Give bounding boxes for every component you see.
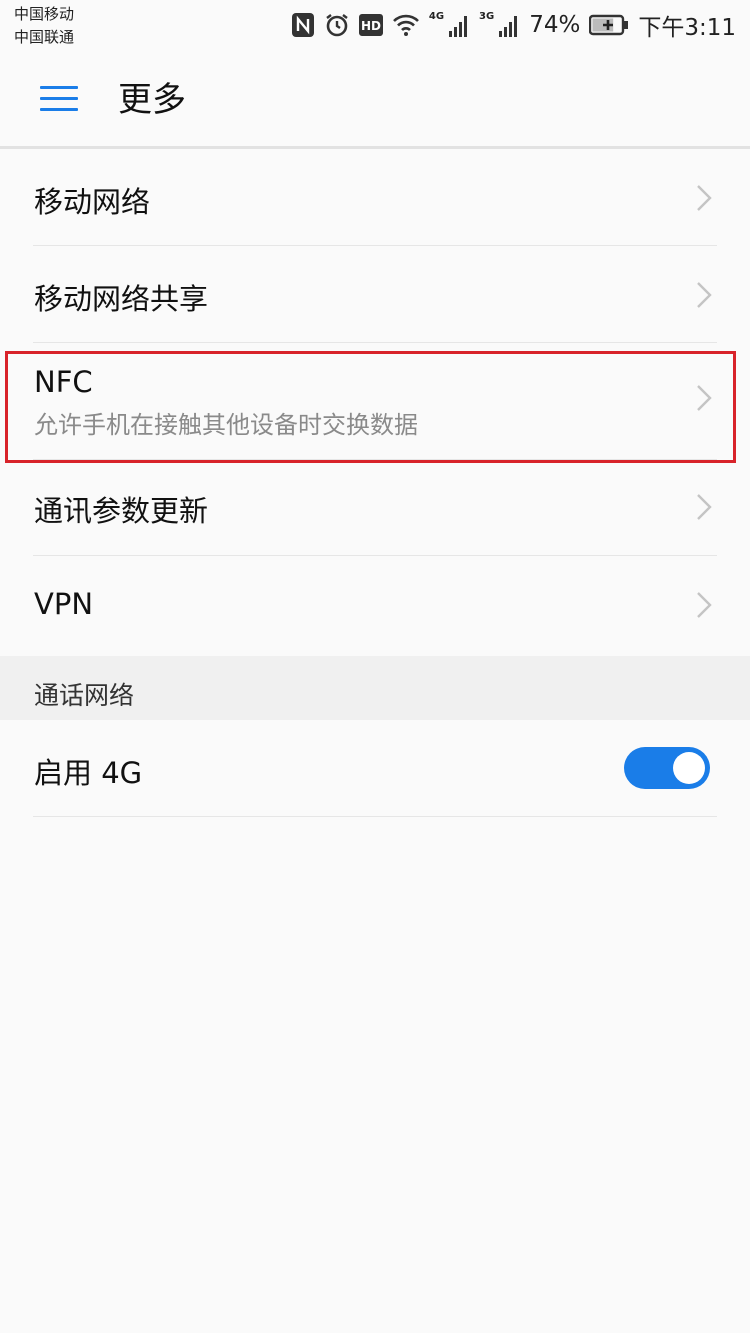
page-title: 更多 [118,80,186,120]
section-header-call-network: 通话网络 [0,656,750,720]
wifi-icon [392,13,420,37]
hamburger-menu-icon[interactable] [40,84,78,114]
network-type-4g: 4G [428,10,445,22]
chevron-right-icon [697,282,712,308]
signal-4g-icon [448,13,470,37]
carrier-label-2: 中国联通 [14,28,75,46]
chevron-right-icon [697,494,712,520]
chevron-right-icon [697,185,712,211]
list-item-tethering[interactable]: 移动网络共享 [0,246,750,343]
list-item-nfc[interactable]: NFC 允许手机在接触其他设备时交换数据 [0,343,750,460]
status-bar: 中国移动 中国联通 HD 4G 3G 74% 下午3:11 [0,0,750,50]
battery-icon [589,14,629,36]
list-item-subtitle: 允许手机在接触其他设备时交换数据 [34,411,418,439]
network-type-3g: 3G [479,10,495,22]
list-item-vpn[interactable]: VPN [0,556,750,654]
divider [33,816,717,817]
signal-3g-icon [498,13,520,37]
list-item-carrier-update[interactable]: 通讯参数更新 [0,460,750,556]
clock: 下午3:11 [638,15,736,41]
list-item-mobile-network[interactable]: 移动网络 [0,149,750,246]
hd-icon: HD [358,14,383,36]
enable-4g-toggle[interactable] [624,747,710,789]
section-header-label: 通话网络 [34,681,135,710]
battery-percent: 74% [529,12,581,38]
settings-list: 移动网络 移动网络共享 NFC 允许手机在接触其他设备时交换数据 通讯参数更新 … [0,149,750,654]
nfc-icon [291,12,315,38]
carrier-label-1: 中国移动 [14,5,75,23]
list-item-title: NFC [34,365,93,399]
list-item-title: 移动网络共享 [34,282,209,316]
alarm-icon [324,12,350,38]
list-item-title: 通讯参数更新 [34,494,209,528]
toggle-knob [673,752,705,784]
app-bar: 更多 [0,50,750,146]
chevron-right-icon [697,592,712,618]
list-item-title: 启用 4G [34,756,143,790]
status-icons: HD 4G 3G 74% 下午3:11 [291,8,736,42]
list-item-title: VPN [34,587,94,621]
list-item-title: 移动网络 [34,185,151,219]
list-item-enable-4g[interactable]: 启用 4G [0,720,750,817]
chevron-right-icon [697,385,712,411]
svg-text:HD: HD [361,19,381,33]
